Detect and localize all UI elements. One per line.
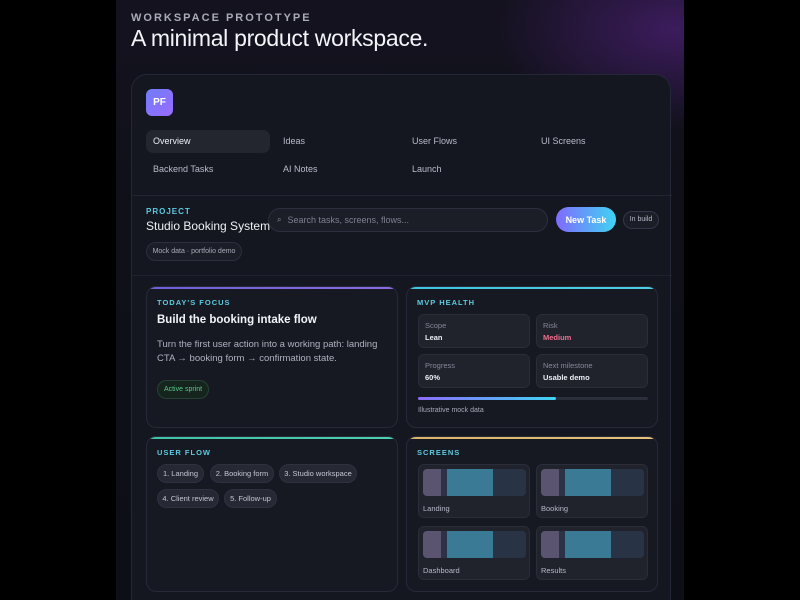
- metric-label: Scope: [425, 321, 447, 330]
- health-label: MVP HEALTH: [417, 298, 476, 307]
- focus-card-accent: [147, 287, 397, 289]
- metric-progress: Progress 60%: [418, 354, 530, 388]
- metric-scope: Scope Lean: [418, 314, 530, 348]
- workspace-panel: PF Overview Ideas User Flows UI Screens …: [131, 74, 672, 600]
- screen-tile-results[interactable]: Results: [536, 526, 648, 580]
- search-bar[interactable]: ⌕: [268, 208, 548, 232]
- metric-value: Medium: [543, 333, 572, 342]
- focus-title: Build the booking intake flow: [157, 314, 317, 326]
- screen-thumbnail: [423, 469, 526, 496]
- nav-divider: [132, 195, 672, 196]
- screens-card-accent: [407, 437, 657, 439]
- flow-step[interactable]: 4. Client review: [157, 489, 219, 508]
- tab-backend-tasks[interactable]: Backend Tasks: [146, 158, 270, 181]
- screen-thumbnail: [541, 469, 644, 496]
- app-logo[interactable]: PF: [146, 89, 173, 116]
- page-title: A minimal product workspace.: [131, 25, 429, 51]
- tab-ideas[interactable]: Ideas: [276, 130, 400, 153]
- tab-overview[interactable]: Overview: [146, 130, 270, 153]
- tab-launch[interactable]: Launch: [405, 158, 529, 181]
- flow-step[interactable]: 2. Booking form: [210, 464, 274, 483]
- progress-bar-fill: [418, 397, 556, 400]
- section-divider: [132, 275, 672, 276]
- new-task-button[interactable]: New Task: [556, 207, 616, 232]
- page-eyebrow: WORKSPACE PROTOTYPE: [131, 12, 312, 24]
- flow-step[interactable]: 5. Follow-up: [224, 489, 277, 508]
- screens-card: SCREENS Landing Booking Dashboard Result…: [406, 436, 658, 592]
- workspace-stage: WORKSPACE PROTOTYPE A minimal product wo…: [116, 0, 684, 600]
- flow-label: USER FLOW: [157, 448, 211, 457]
- project-label: PROJECT: [146, 207, 191, 216]
- metric-label: Risk: [543, 321, 558, 330]
- mock-data-chip: Mock data · portfolio demo: [146, 242, 242, 261]
- flow-step[interactable]: 1. Landing: [157, 464, 204, 483]
- metric-label: Next milestone: [543, 361, 593, 370]
- tab-ui-screens[interactable]: UI Screens: [534, 130, 658, 153]
- progress-bar: [418, 397, 648, 400]
- metric-value: Usable demo: [543, 373, 590, 382]
- search-icon: ⌕: [277, 215, 282, 224]
- tab-user-flows[interactable]: User Flows: [405, 130, 529, 153]
- screen-name: Landing: [423, 504, 450, 513]
- screen-tile-booking[interactable]: Booking: [536, 464, 648, 518]
- metric-value: 60%: [425, 373, 441, 382]
- focus-card: TODAY'S FOCUS Build the booking intake f…: [146, 286, 398, 428]
- screens-label: SCREENS: [417, 448, 461, 457]
- metric-risk: Risk Medium: [536, 314, 648, 348]
- tab-ai-notes[interactable]: AI Notes: [276, 158, 400, 181]
- mvp-health-card: MVP HEALTH Scope Lean Risk Medium Progre…: [406, 286, 658, 428]
- project-name: Studio Booking System: [146, 219, 271, 233]
- focus-label: TODAY'S FOCUS: [157, 298, 231, 307]
- user-flow-card: USER FLOW 1. Landing 2. Booking form 3. …: [146, 436, 398, 592]
- screen-tile-dashboard[interactable]: Dashboard: [418, 526, 530, 580]
- screen-name: Booking: [541, 504, 569, 513]
- screen-name: Results: [541, 566, 567, 575]
- sprint-chip: Active sprint: [157, 380, 209, 399]
- screen-thumbnail: [423, 531, 526, 558]
- metric-next-milestone: Next milestone Usable demo: [536, 354, 648, 388]
- flow-step[interactable]: 3. Studio workspace: [279, 464, 357, 483]
- flow-card-accent: [147, 437, 397, 439]
- mock-data-note: Illustrative mock data: [418, 407, 484, 414]
- metric-label: Progress: [425, 361, 456, 370]
- health-card-accent: [407, 287, 657, 289]
- search-input[interactable]: [287, 215, 528, 225]
- screen-name: Dashboard: [423, 566, 460, 575]
- focus-description: Turn the first user action into a workin…: [157, 339, 378, 364]
- screen-thumbnail: [541, 531, 644, 558]
- screen-tile-landing[interactable]: Landing: [418, 464, 530, 518]
- metric-value: Lean: [425, 333, 443, 342]
- status-badge: In build: [623, 211, 659, 229]
